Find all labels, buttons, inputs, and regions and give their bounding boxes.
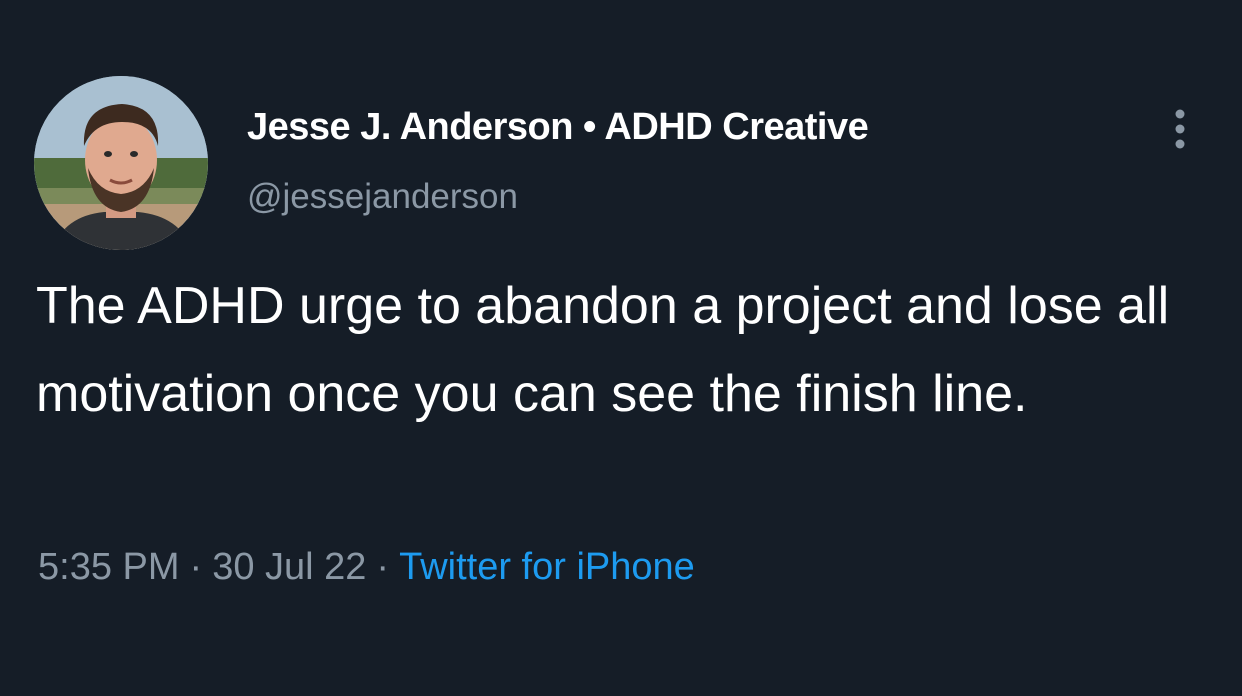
profile-photo-icon — [34, 76, 208, 250]
vertical-ellipsis-icon[interactable] — [1168, 108, 1192, 150]
tweet-source-link[interactable]: Twitter for iPhone — [399, 546, 695, 588]
separator: · — [189, 546, 203, 588]
tweet-text: The ADHD urge to abandon a project and l… — [36, 277, 1170, 423]
author-display-name[interactable]: Jesse J. Anderson • ADHD Creative — [247, 106, 869, 149]
tweet-date[interactable]: 30 Jul 22 — [212, 546, 366, 588]
avatar[interactable] — [34, 76, 208, 250]
author-handle[interactable]: @jessejanderson — [247, 177, 518, 217]
separator: · — [376, 546, 390, 588]
tweet-card: Jesse J. Anderson • ADHD Creative @jesse… — [0, 0, 1242, 696]
tweet-time[interactable]: 5:35 PM — [38, 546, 180, 588]
tweet-metadata: 5:35 PM · 30 Jul 22 · Twitter for iPhone — [38, 546, 695, 589]
